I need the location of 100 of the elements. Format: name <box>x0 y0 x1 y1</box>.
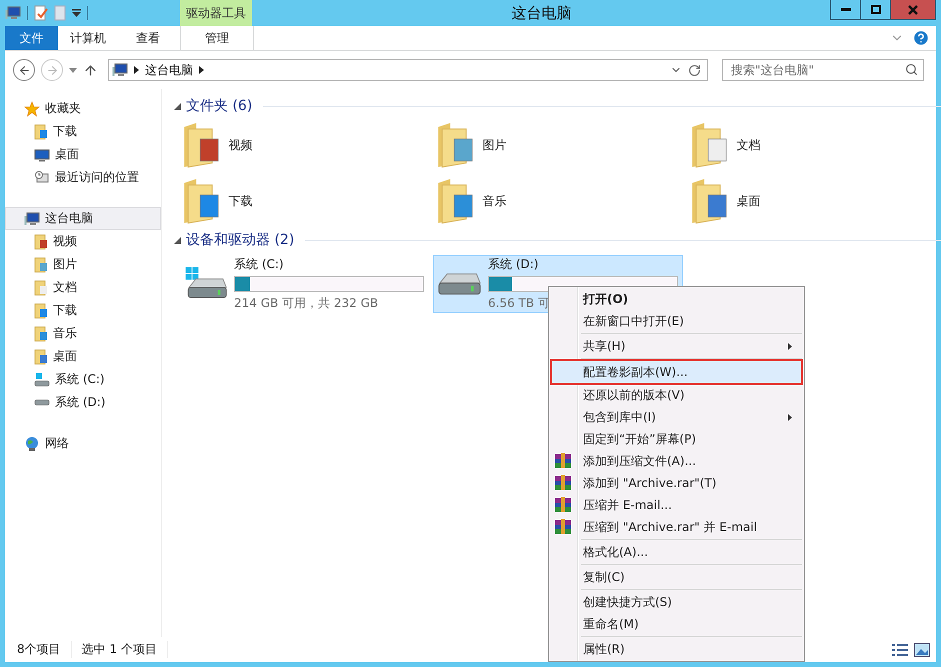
nav-label: 这台电脑 <box>45 210 93 227</box>
minimize-button[interactable] <box>830 0 861 20</box>
minimize-icon <box>840 8 850 11</box>
drive-icon <box>34 399 50 406</box>
section-header: 设备和驱动器 (2) <box>186 231 294 249</box>
nav-label: 最近访问的位置 <box>55 169 139 186</box>
nav-item[interactable]: 下载 <box>5 299 161 322</box>
folder-label[interactable]: 下载 <box>228 192 252 210</box>
nav-label: 桌面 <box>55 146 79 163</box>
window-title: 这台电脑 <box>510 2 572 24</box>
drive-name: 系统 (C:) <box>234 256 285 273</box>
computer-icon <box>24 210 40 226</box>
help-icon[interactable] <box>912 29 930 47</box>
menu-item[interactable]: 重命名(M) <box>551 613 802 635</box>
nav-item[interactable]: 图片 <box>5 253 161 276</box>
ribbon-tab[interactable]: 计算机 <box>58 26 118 50</box>
nav-label: 图片 <box>53 256 77 273</box>
folder-label[interactable]: 桌面 <box>736 192 760 210</box>
caret-icon <box>134 66 139 74</box>
refresh-icon[interactable] <box>688 64 701 76</box>
large-icons-view-icon[interactable] <box>914 642 930 656</box>
drive-name: 系统 (D:) <box>488 256 540 273</box>
contextual-tab-group: 驱动器工具 <box>180 0 252 26</box>
nav-item[interactable]: 视频 <box>5 230 161 253</box>
details-view-icon[interactable] <box>892 642 908 656</box>
menu-item[interactable]: 共享(H) <box>551 335 802 357</box>
menu-item[interactable]: 压缩到 "Archive.rar" 并 E-mail <box>551 516 802 538</box>
search-icon[interactable] <box>905 63 918 76</box>
nav-item[interactable]: 网络 <box>5 432 161 455</box>
folder-label[interactable]: 视频 <box>228 136 252 154</box>
menu-item[interactable]: 包含到库中(I) <box>551 406 802 428</box>
drive-tile[interactable]: 系统 (C:) 214 GB 可用，共 232 GB <box>179 255 429 313</box>
status-text: 8个项目 <box>17 641 72 658</box>
back-button[interactable] <box>13 59 35 81</box>
ribbon-tab[interactable]: 查看 <box>118 26 178 50</box>
nav-item[interactable]: 收藏夹 <box>5 97 161 120</box>
arrow-right-icon <box>46 64 58 76</box>
dropdown-icon[interactable] <box>72 9 81 17</box>
nav-label: 收藏夹 <box>45 100 81 117</box>
menu-item[interactable]: 格式化(A)... <box>551 541 802 563</box>
folder-label[interactable]: 文档 <box>736 136 760 154</box>
nav-label: 视频 <box>53 233 77 250</box>
menu-item[interactable]: 固定到“开始”屏幕(P) <box>551 428 802 450</box>
folder-icon <box>34 348 48 364</box>
recent-locations-icon[interactable] <box>69 68 77 72</box>
menu-item[interactable]: 属性(R) <box>551 638 802 660</box>
menu-item[interactable]: 创建快捷方式(S) <box>551 591 802 613</box>
nav-label: 下载 <box>53 302 77 319</box>
drive-icon <box>438 271 482 297</box>
nav-item[interactable]: 音乐 <box>5 322 161 345</box>
collapse-icon[interactable] <box>174 236 181 244</box>
nav-label: 音乐 <box>53 325 77 342</box>
ribbon-tab[interactable]: 文件 <box>5 26 58 50</box>
nav-item[interactable]: 下载 <box>5 120 161 143</box>
archive-icon <box>555 453 571 469</box>
network-icon <box>24 436 40 452</box>
up-button[interactable] <box>83 62 98 78</box>
breadcrumb-item[interactable]: 这台电脑 <box>145 62 193 78</box>
status-text: 选中 1 个项目 <box>82 641 168 658</box>
ribbon-tab[interactable]: 管理 <box>180 26 254 50</box>
nav-item[interactable]: 文档 <box>5 276 161 299</box>
recent-places-icon <box>34 170 50 186</box>
menu-item[interactable]: 压缩并 E-mail... <box>551 494 802 516</box>
menu-item[interactable]: 复制(C) <box>551 566 802 588</box>
folder-icon <box>690 177 728 225</box>
menu-item[interactable]: 添加到压缩文件(A)... <box>551 450 802 472</box>
archive-icon <box>555 519 571 535</box>
search-field[interactable]: 搜索"这台电脑" <box>722 59 924 81</box>
folder-icon <box>436 121 474 169</box>
folder-icon <box>34 124 48 140</box>
menu-item[interactable]: 配置卷影副本(W)... <box>551 360 802 384</box>
menu-item[interactable]: 在新窗口中打开(E) <box>551 310 802 332</box>
folder-icon <box>34 256 48 272</box>
folder-label[interactable]: 音乐 <box>482 192 506 210</box>
nav-label: 文档 <box>53 279 77 296</box>
properties-icon[interactable] <box>34 5 48 21</box>
address-field[interactable]: 这台电脑 <box>108 59 708 81</box>
drive-info: 6.56 TB 可 <box>488 295 550 312</box>
nav-item[interactable]: 桌面 <box>5 345 161 368</box>
archive-icon <box>555 475 571 491</box>
menu-item[interactable]: 添加到 "Archive.rar"(T) <box>551 472 802 494</box>
nav-item[interactable]: 这台电脑 <box>5 207 161 230</box>
folder-icon <box>690 121 728 169</box>
close-button[interactable] <box>890 0 936 20</box>
nav-label: 网络 <box>45 435 69 452</box>
folder-icon <box>34 234 48 250</box>
nav-item[interactable]: 桌面 <box>5 143 161 166</box>
menu-item[interactable]: 还原以前的版本(V) <box>551 384 802 406</box>
folder-icon <box>34 280 48 296</box>
collapse-icon[interactable] <box>174 102 181 110</box>
star-icon <box>24 100 40 116</box>
drive-info: 214 GB 可用，共 232 GB <box>234 295 378 312</box>
nav-item[interactable]: 系统 (C:) <box>5 368 161 391</box>
nav-item[interactable]: 最近访问的位置 <box>5 166 161 189</box>
folder-icon <box>436 177 474 225</box>
drive-icon <box>34 372 50 388</box>
nav-label: 下载 <box>53 123 77 140</box>
nav-item[interactable]: 系统 (D:) <box>5 391 161 414</box>
folder-label[interactable]: 图片 <box>482 136 506 154</box>
arrow-left-icon <box>18 64 30 76</box>
